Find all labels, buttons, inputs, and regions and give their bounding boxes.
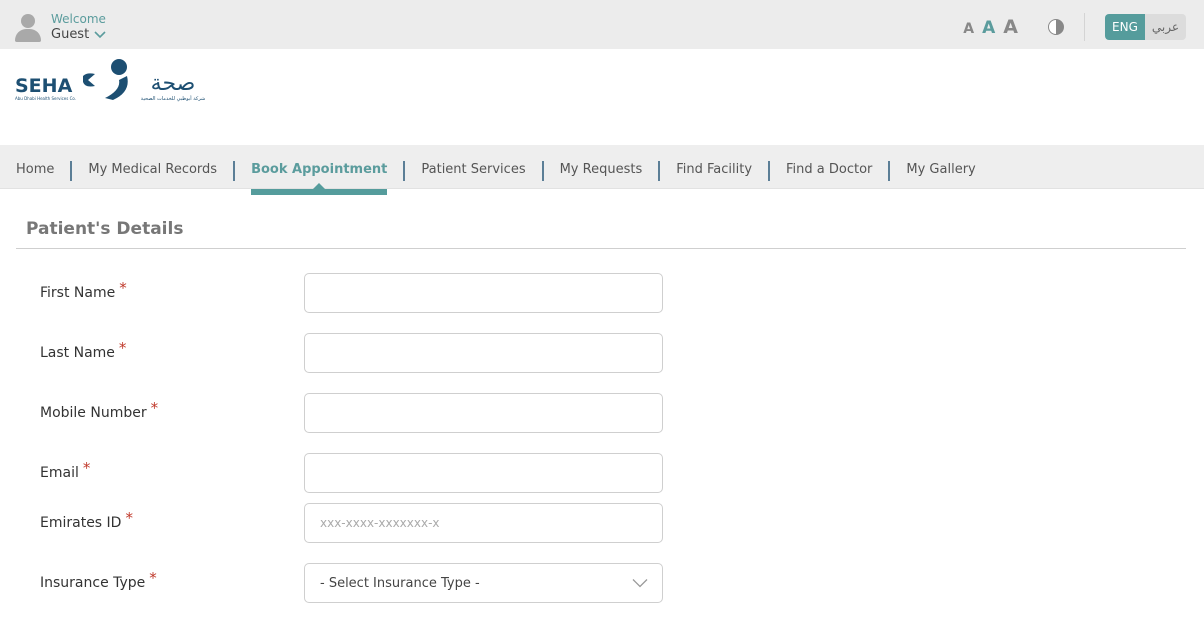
first-name-input[interactable] bbox=[304, 273, 663, 313]
required-marker: * bbox=[82, 459, 91, 477]
user-name: Guest bbox=[51, 27, 90, 42]
contrast-toggle-icon[interactable] bbox=[1048, 19, 1065, 35]
logo-tagline-english: Abu Dhabi Health Services Co. bbox=[15, 96, 76, 101]
logo-mark-dot bbox=[111, 59, 127, 75]
nav-divider bbox=[233, 160, 236, 181]
nav-home[interactable]: Home bbox=[16, 145, 54, 189]
language-english-button[interactable]: ENG bbox=[1105, 14, 1145, 40]
insurance-type-select[interactable]: - Select Insurance Type - bbox=[304, 563, 663, 603]
logo-text-english: SEHA bbox=[15, 75, 73, 97]
chevron-down-icon bbox=[632, 579, 648, 588]
first-name-label: First Name bbox=[40, 285, 116, 301]
email-input[interactable] bbox=[304, 453, 663, 493]
email-row: Email * bbox=[0, 453, 1204, 493]
nav-find-facility[interactable]: Find Facility bbox=[676, 145, 752, 189]
seha-logo[interactable]: SEHA Abu Dhabi Health Services Co. صحة ش… bbox=[15, 58, 207, 106]
mobile-number-input[interactable] bbox=[304, 393, 663, 433]
insurance-type-row: Insurance Type * - Select Insurance Type … bbox=[0, 563, 1204, 603]
required-marker: * bbox=[118, 339, 127, 357]
email-label: Email bbox=[40, 465, 79, 481]
divider bbox=[1084, 13, 1086, 41]
nav-divider bbox=[541, 160, 544, 181]
user-menu[interactable]: Welcome Guest bbox=[14, 12, 106, 44]
section-divider bbox=[16, 248, 1186, 249]
language-switcher: ENG عربي bbox=[1105, 14, 1186, 40]
main-navigation: Home My Medical Records Book Appointment… bbox=[0, 145, 1204, 195]
required-marker: * bbox=[119, 279, 127, 297]
insurance-type-label: Insurance Type bbox=[40, 575, 146, 591]
mobile-number-row: Mobile Number * bbox=[0, 393, 1204, 433]
nav-divider bbox=[658, 160, 661, 181]
nav-my-requests[interactable]: My Requests bbox=[560, 145, 643, 189]
required-marker: * bbox=[125, 509, 133, 527]
emirates-id-input[interactable] bbox=[304, 503, 663, 543]
nav-my-medical-records[interactable]: My Medical Records bbox=[88, 145, 217, 189]
chevron-down-icon bbox=[94, 31, 106, 39]
nav-patient-services[interactable]: Patient Services bbox=[421, 145, 525, 189]
logo-mark-right bbox=[105, 76, 128, 100]
emirates-id-label: Emirates ID bbox=[40, 515, 122, 531]
nav-divider bbox=[70, 160, 73, 181]
top-bar: Welcome Guest A A A ENG عربي bbox=[0, 0, 1204, 49]
insurance-type-selected: - Select Insurance Type - bbox=[320, 575, 480, 591]
font-size-small-button[interactable]: A bbox=[963, 19, 974, 39]
font-size-medium-button[interactable]: A bbox=[982, 18, 995, 38]
required-marker: * bbox=[150, 399, 159, 417]
required-marker: * bbox=[149, 569, 157, 587]
nav-book-appointment[interactable]: Book Appointment bbox=[251, 145, 388, 195]
first-name-row: First Name * bbox=[0, 273, 1204, 313]
user-name-dropdown[interactable]: Guest bbox=[51, 26, 106, 44]
logo-text-arabic: صحة bbox=[151, 71, 196, 96]
last-name-label: Last Name bbox=[40, 345, 115, 361]
welcome-label: Welcome bbox=[51, 12, 106, 26]
nav-divider bbox=[403, 160, 406, 181]
user-avatar-icon bbox=[14, 12, 42, 42]
logo-tagline-arabic: شركة أبوظبي للخدمات الصحية bbox=[141, 95, 205, 102]
last-name-row: Last Name * bbox=[0, 333, 1204, 373]
nav-my-gallery[interactable]: My Gallery bbox=[906, 145, 975, 189]
language-arabic-button[interactable]: عربي bbox=[1144, 14, 1186, 40]
mobile-number-label: Mobile Number bbox=[40, 405, 147, 421]
section-title: Patient's Details bbox=[26, 219, 184, 239]
accessibility-tools: A A A ENG عربي bbox=[963, 13, 1186, 41]
last-name-input[interactable] bbox=[304, 333, 663, 373]
nav-divider bbox=[888, 160, 891, 181]
logo-mark-left bbox=[83, 73, 95, 87]
nav-find-a-doctor[interactable]: Find a Doctor bbox=[786, 145, 872, 189]
font-size-large-button[interactable]: A bbox=[1003, 17, 1018, 37]
nav-divider bbox=[768, 160, 771, 181]
emirates-id-row: Emirates ID * bbox=[0, 503, 1204, 543]
